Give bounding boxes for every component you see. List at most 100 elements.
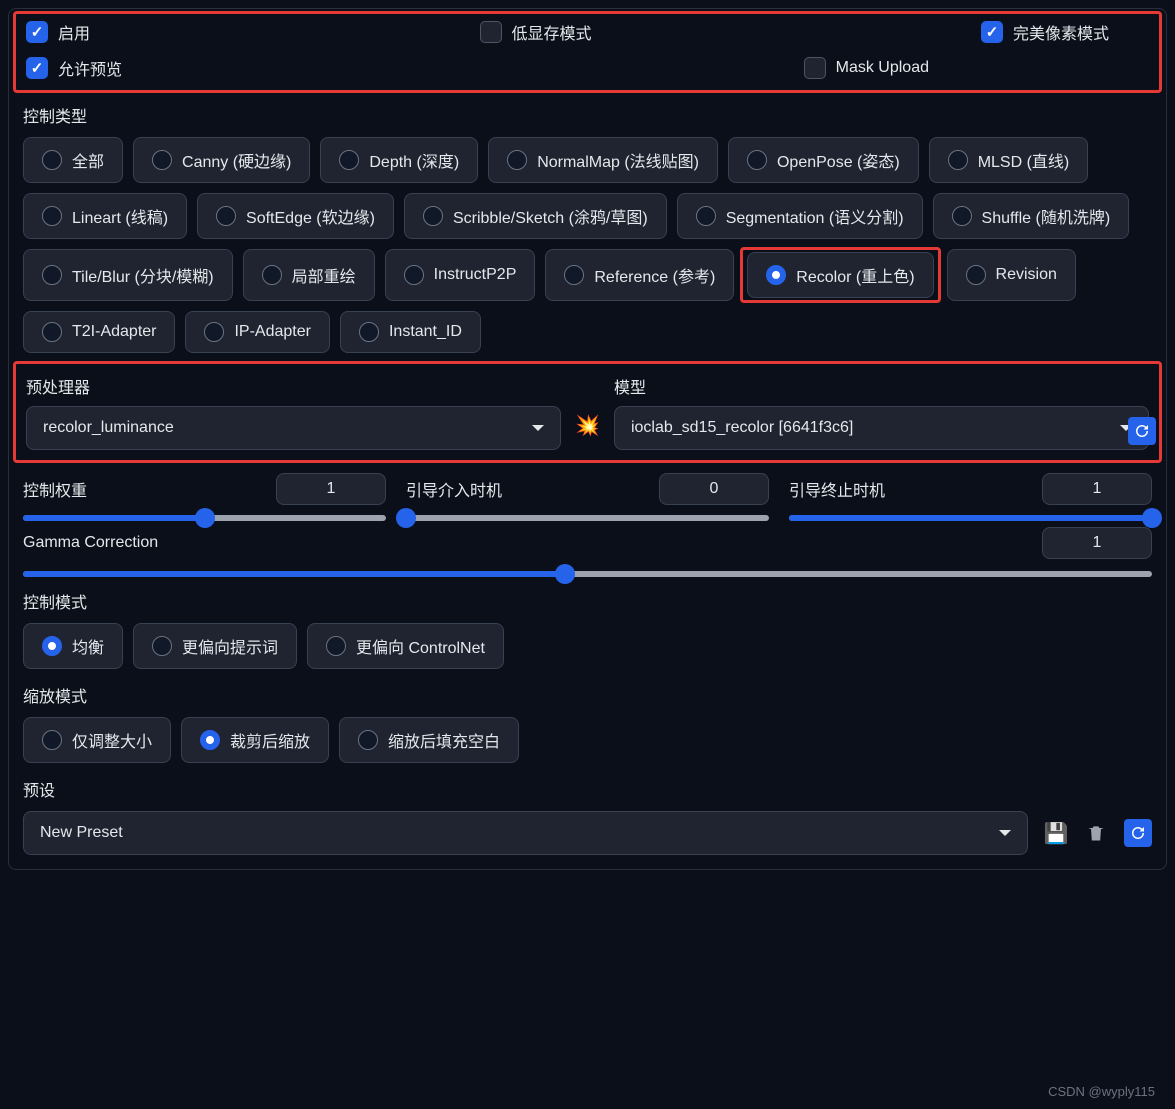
- radio-option[interactable]: NormalMap (法线贴图): [488, 137, 718, 183]
- delete-preset-button[interactable]: [1084, 821, 1108, 845]
- radio-option[interactable]: Scribble/Sketch (涂鸦/草图): [404, 193, 667, 239]
- weight-slider[interactable]: [23, 515, 386, 521]
- preset-label: 预设: [23, 777, 1152, 801]
- guidance-start-value[interactable]: 0: [659, 473, 769, 505]
- radio-label: Segmentation (语义分割): [726, 204, 904, 228]
- radio-label: IP-Adapter: [234, 323, 310, 341]
- checkbox-enable[interactable]: 启用: [26, 20, 90, 44]
- refresh-model-button[interactable]: [1128, 417, 1156, 445]
- radio-icon: [404, 265, 424, 285]
- radio-option[interactable]: Instant_ID: [340, 311, 481, 353]
- radio-option[interactable]: 缩放后填充空白: [339, 717, 519, 763]
- radio-option[interactable]: InstructP2P: [385, 249, 536, 301]
- radio-icon: [42, 322, 62, 342]
- radio-icon: [948, 150, 968, 170]
- radio-option[interactable]: OpenPose (姿态): [728, 137, 919, 183]
- radio-label: Recolor (重上色): [796, 263, 914, 287]
- radio-label: InstructP2P: [434, 266, 517, 284]
- radio-option[interactable]: Reference (参考): [545, 249, 734, 301]
- radio-label: 全部: [72, 148, 104, 172]
- radio-option[interactable]: 更偏向 ControlNet: [307, 623, 504, 669]
- radio-label: 局部重绘: [292, 263, 356, 287]
- radio-option[interactable]: 裁剪后缩放: [181, 717, 329, 763]
- refresh-preset-button[interactable]: [1124, 819, 1152, 847]
- radio-icon: [326, 636, 346, 656]
- radio-label: Reference (参考): [594, 263, 715, 287]
- weight-value[interactable]: 1: [276, 473, 386, 505]
- radio-label: T2I-Adapter: [72, 323, 156, 341]
- gamma-value[interactable]: 1: [1042, 527, 1152, 559]
- radio-icon: [359, 322, 379, 342]
- radio-icon: [216, 206, 236, 226]
- checkbox-low-vram[interactable]: 低显存模式: [480, 20, 592, 44]
- radio-icon: [262, 265, 282, 285]
- radio-option[interactable]: T2I-Adapter: [23, 311, 175, 353]
- guidance-end-slider[interactable]: [789, 515, 1152, 521]
- radio-label: Scribble/Sketch (涂鸦/草图): [453, 204, 648, 228]
- gamma-slider[interactable]: [23, 571, 1152, 577]
- radio-option[interactable]: MLSD (直线): [929, 137, 1089, 183]
- preprocessor-label: 预处理器: [26, 374, 561, 398]
- guidance-start-label: 引导介入时机: [406, 477, 502, 501]
- radio-icon: [766, 265, 786, 285]
- radio-icon: [204, 322, 224, 342]
- radio-label: 裁剪后缩放: [230, 728, 310, 752]
- radio-icon: [42, 265, 62, 285]
- radio-icon: [42, 636, 62, 656]
- guidance-start-slider[interactable]: [406, 515, 769, 521]
- radio-icon: [696, 206, 716, 226]
- radio-label: Shuffle (随机洗牌): [982, 204, 1111, 228]
- radio-icon: [952, 206, 972, 226]
- radio-option[interactable]: 更偏向提示词: [133, 623, 297, 669]
- checkbox-highlight: 启用 低显存模式 完美像素模式 允许预览 Mask Upload: [13, 11, 1162, 93]
- control-mode-label: 控制模式: [23, 589, 1152, 613]
- guidance-end-label: 引导终止时机: [789, 477, 885, 501]
- radio-option[interactable]: IP-Adapter: [185, 311, 329, 353]
- radio-option[interactable]: SoftEdge (软边缘): [197, 193, 394, 239]
- check-icon: [981, 21, 1003, 43]
- radio-icon: [152, 636, 172, 656]
- radio-icon: [564, 265, 584, 285]
- radio-icon: [42, 206, 62, 226]
- preset-select[interactable]: New Preset: [23, 811, 1028, 855]
- control-type-radios: 全部 Canny (硬边缘) Depth (深度) NormalMap (法线贴图) O…: [23, 137, 1152, 353]
- radio-option[interactable]: Depth (深度): [320, 137, 478, 183]
- radio-icon: [423, 206, 443, 226]
- model-label: 模型: [614, 374, 1149, 398]
- radio-option[interactable]: Canny (硬边缘): [133, 137, 310, 183]
- radio-option[interactable]: Segmentation (语义分割): [677, 193, 923, 239]
- controlnet-panel: 启用 低显存模式 完美像素模式 允许预览 Mask Upload: [8, 8, 1167, 870]
- radio-option[interactable]: 均衡: [23, 623, 123, 669]
- chevron-down-icon: [999, 830, 1011, 836]
- check-icon: [480, 21, 502, 43]
- radio-option[interactable]: 局部重绘: [243, 249, 375, 301]
- checkbox-label: 启用: [58, 20, 90, 44]
- checkbox-perfect-pixel[interactable]: 完美像素模式: [981, 20, 1109, 44]
- check-icon: [26, 21, 48, 43]
- radio-option[interactable]: Tile/Blur (分块/模糊): [23, 249, 233, 301]
- radio-label: SoftEdge (软边缘): [246, 204, 375, 228]
- checkbox-mask-upload[interactable]: Mask Upload: [804, 56, 929, 80]
- checkbox-label: 完美像素模式: [1013, 20, 1109, 44]
- radio-option[interactable]: 全部: [23, 137, 123, 183]
- checkbox-allow-preview[interactable]: 允许预览: [26, 56, 122, 80]
- save-preset-button[interactable]: 💾: [1044, 821, 1068, 845]
- radio-label: Lineart (线稿): [72, 204, 168, 228]
- radio-option[interactable]: Shuffle (随机洗牌): [933, 193, 1130, 239]
- radio-label: NormalMap (法线贴图): [537, 148, 699, 172]
- radio-icon: [966, 265, 986, 285]
- guidance-end-value[interactable]: 1: [1042, 473, 1152, 505]
- radio-icon: [42, 730, 62, 750]
- check-icon: [804, 57, 826, 79]
- radio-icon: [747, 150, 767, 170]
- selected-highlight: Recolor (重上色): [740, 247, 940, 303]
- radio-label: Depth (深度): [369, 148, 459, 172]
- checkbox-label: 低显存模式: [512, 20, 592, 44]
- radio-label: 更偏向提示词: [182, 634, 278, 658]
- radio-option[interactable]: 仅调整大小: [23, 717, 171, 763]
- radio-icon: [507, 150, 527, 170]
- radio-option[interactable]: Recolor (重上色): [747, 252, 933, 298]
- radio-option[interactable]: Revision: [947, 249, 1076, 301]
- select-value: New Preset: [40, 824, 123, 842]
- radio-option[interactable]: Lineart (线稿): [23, 193, 187, 239]
